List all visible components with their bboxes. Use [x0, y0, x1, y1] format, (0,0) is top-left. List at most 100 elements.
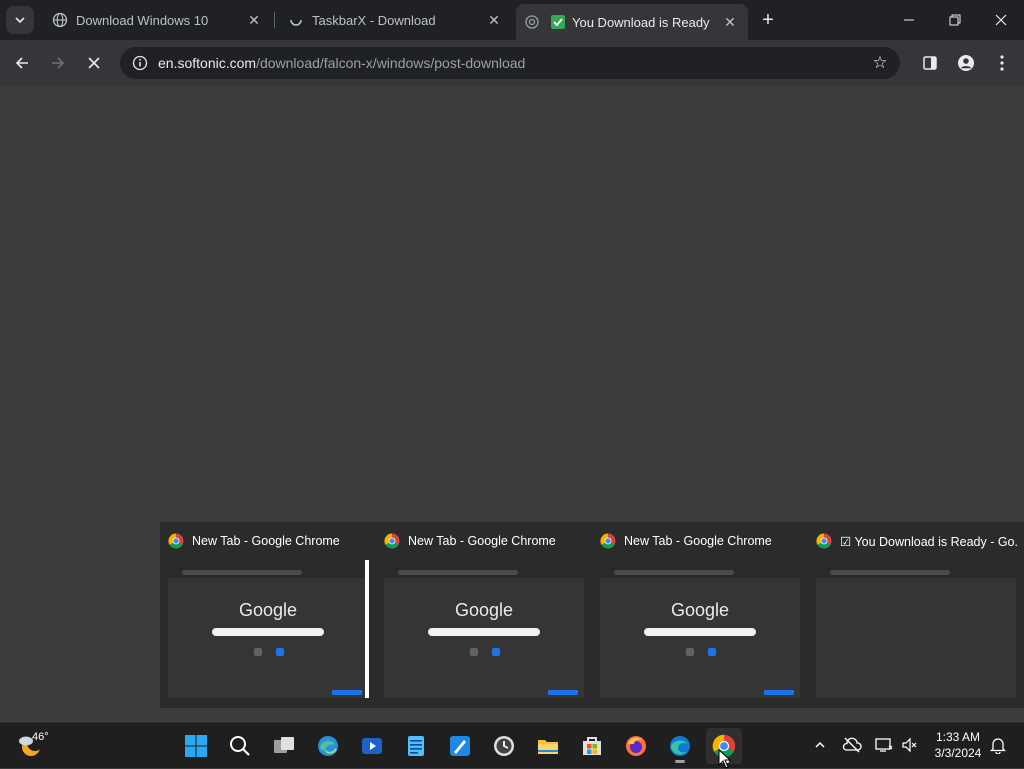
url-text[interactable]: en.softonic.com/download/falcon-x/window…: [158, 55, 525, 71]
bell-icon: [990, 738, 1006, 754]
thumbnail-header: New Tab - Google Chrome: [168, 532, 370, 550]
chrome-icon: [816, 533, 832, 549]
preview-toolbar: [600, 560, 800, 578]
preview-toolbar: [816, 560, 1016, 578]
thumbnail-title: ☑ You Download is Ready - Go...: [840, 534, 1018, 549]
browser-toolbar: en.softonic.com/download/falcon-x/window…: [0, 40, 1024, 86]
kebab-menu-icon: [1000, 55, 1004, 71]
tab-download-windows-10[interactable]: Download Windows 10 ✕: [40, 4, 272, 36]
green-check-icon: [550, 14, 566, 30]
tab-search-button[interactable]: [6, 6, 34, 34]
windows-taskbar: 46° 1:33 AM 3/3/2024: [0, 722, 1024, 769]
address-bar[interactable]: en.softonic.com/download/falcon-x/window…: [120, 47, 900, 79]
search-icon: [230, 736, 250, 756]
network-icon: [875, 738, 893, 752]
new-tab-button[interactable]: +: [754, 6, 782, 34]
onedrive-tray-button[interactable]: [838, 731, 866, 759]
thumbnail-preview: Google: [600, 560, 800, 698]
show-hidden-icons-button[interactable]: [806, 731, 834, 759]
chrome-icon: [168, 533, 184, 549]
network-tray-button[interactable]: [870, 731, 898, 759]
notifications-button[interactable]: [984, 731, 1012, 759]
url-path: /download/falcon-x/windows/post-download: [256, 55, 526, 71]
chrome-icon: [384, 533, 400, 549]
task-view-icon: [274, 737, 294, 753]
globe-icon: [52, 12, 68, 28]
taskbar-app-paint[interactable]: [442, 728, 478, 764]
close-tab-icon[interactable]: ✕: [484, 10, 504, 30]
windows-start-icon: [185, 735, 207, 757]
profile-button[interactable]: [952, 49, 980, 77]
taskbar-app-store[interactable]: [574, 728, 610, 764]
tab-title: Download Windows 10: [76, 12, 209, 28]
taskbar-app-widgets[interactable]: [310, 728, 346, 764]
thumbnail-window-3[interactable]: New Tab - Google Chrome Google: [592, 522, 808, 708]
minimize-button[interactable]: [886, 0, 932, 40]
preview-search-box: [428, 628, 540, 636]
running-indicator: [675, 760, 685, 763]
mouse-cursor-icon: [718, 749, 732, 769]
restore-icon: [949, 14, 961, 26]
forward-button[interactable]: [44, 49, 72, 77]
thumbnail-preview: Google: [384, 560, 584, 698]
profile-icon: [958, 55, 974, 71]
close-window-button[interactable]: [978, 0, 1024, 40]
thumbnail-window-4[interactable]: ☑ You Download is Ready - Go...: [808, 522, 1024, 708]
preview-address-bar: [182, 570, 302, 575]
chrome-icon: [600, 533, 616, 549]
preview-shortcut: [276, 648, 284, 656]
preview-shortcut: [686, 648, 694, 656]
tab-audio-loading-icon: [524, 14, 540, 30]
close-tab-icon[interactable]: ✕: [720, 12, 740, 32]
minimize-icon: [904, 19, 914, 21]
taskbar-app-clock[interactable]: [486, 728, 522, 764]
close-tab-icon[interactable]: ✕: [244, 10, 264, 30]
task-view-button[interactable]: [266, 728, 302, 764]
close-icon: [995, 14, 1007, 26]
stop-loading-button[interactable]: [80, 49, 108, 77]
taskbar-app-notepad[interactable]: [398, 728, 434, 764]
thumbnail-title: New Tab - Google Chrome: [624, 534, 772, 548]
chevron-up-icon: [815, 741, 825, 748]
selection-indicator: [366, 560, 369, 698]
plus-icon: +: [762, 8, 774, 31]
paint-icon: [450, 736, 470, 756]
restore-button[interactable]: [932, 0, 978, 40]
cloud-offline-icon: [842, 737, 862, 753]
taskbar-app-media-player[interactable]: [354, 728, 390, 764]
file-explorer-icon: [538, 740, 558, 754]
preview-badge: [548, 690, 578, 695]
close-icon: [88, 57, 100, 69]
thumbnail-title: New Tab - Google Chrome: [192, 534, 340, 548]
thumbnail-header: New Tab - Google Chrome: [600, 532, 802, 550]
preview-google-logo: Google: [454, 600, 514, 620]
side-panel-button[interactable]: [916, 49, 944, 77]
taskbar-search-button[interactable]: [222, 728, 258, 764]
loading-spinner-icon: [288, 12, 304, 28]
preview-address-bar: [398, 570, 518, 575]
tab-strip: Download Windows 10 ✕ TaskbarX - Downloa…: [0, 0, 1024, 40]
thumbnail-window-2[interactable]: New Tab - Google Chrome Google: [376, 522, 592, 708]
preview-badge: [332, 690, 362, 695]
preview-shortcut: [492, 648, 500, 656]
taskbar-app-firefox[interactable]: [618, 728, 654, 764]
tab-title: TaskbarX - Download: [312, 12, 436, 28]
taskbar-app-file-explorer[interactable]: [530, 728, 566, 764]
weather-widget[interactable]: 46°: [16, 729, 60, 763]
bookmark-star-icon[interactable]: ☆: [870, 53, 890, 73]
start-button[interactable]: [178, 728, 214, 764]
clock-app-icon: [494, 736, 514, 756]
back-button[interactable]: [8, 49, 36, 77]
notepad-icon: [408, 736, 424, 756]
site-info-icon[interactable]: [132, 55, 148, 71]
tab-taskbarx-download[interactable]: TaskbarX - Download ✕: [276, 4, 512, 36]
thumbnail-window-1[interactable]: New Tab - Google Chrome Google: [160, 522, 376, 708]
chevron-down-icon: [15, 17, 25, 24]
thumbnail-preview: [816, 560, 1016, 698]
menu-button[interactable]: [988, 49, 1016, 77]
tab-you-download-is-ready[interactable]: You Download is Ready ✕: [516, 4, 748, 40]
taskbar-app-edge[interactable]: [662, 728, 698, 764]
firefox-icon: [626, 736, 646, 756]
edge-icon: [670, 736, 690, 756]
preview-search-box: [212, 628, 324, 636]
